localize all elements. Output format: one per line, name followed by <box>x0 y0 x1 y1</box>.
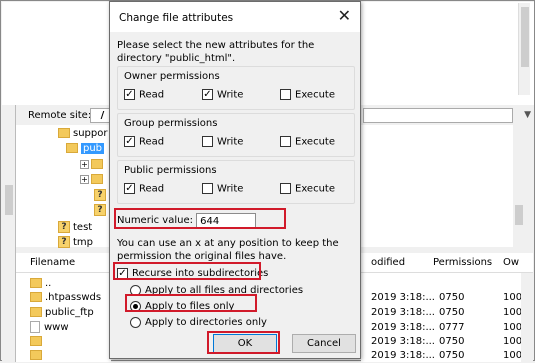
tree-node-sub4[interactable]: ? <box>94 204 109 218</box>
table-row[interactable]: 2019 3:18:... 0750 100 <box>361 306 522 320</box>
group-title: Group permissions <box>124 118 218 129</box>
table-row[interactable]: 2019 3:18:... 0750 100 <box>361 335 522 349</box>
group-title: Owner permissions <box>124 71 220 82</box>
file-list-header: odified Permissions Ow <box>361 253 533 273</box>
radio-unselected-icon[interactable] <box>130 316 141 328</box>
tree-node-public-html[interactable]: pub <box>66 142 105 156</box>
tree-node-tmp[interactable]: ? tmp <box>58 236 93 250</box>
dialog-intro-text: Please select the new attributes for the… <box>117 40 315 64</box>
left-scrollbar-thumb[interactable] <box>5 185 13 215</box>
recurse-checkbox[interactable]: ✓ Recurse into subdirectories <box>117 267 268 281</box>
group-execute-checkbox[interactable]: Execute <box>280 136 335 150</box>
checkbox-unchecked-icon[interactable] <box>280 183 291 194</box>
group-permissions-group: Group permissions ✓ Read Write Execute <box>117 113 355 157</box>
left-pane-edge <box>2 105 16 362</box>
owner-read-checkbox[interactable]: ✓ Read <box>124 89 164 103</box>
tree-node-sub1[interactable]: + <box>80 158 106 172</box>
tree-scrollbar[interactable] <box>513 125 525 247</box>
list-item[interactable]: .. <box>30 277 51 291</box>
checkbox-checked-icon[interactable]: ✓ <box>202 89 213 100</box>
public-execute-checkbox[interactable]: Execute <box>280 183 335 197</box>
numeric-value-input[interactable]: 644 <box>196 213 257 229</box>
owner-permissions-group: Owner permissions ✓ Read ✓ Write Execute <box>117 66 355 110</box>
file-link-icon <box>30 321 40 333</box>
folder-icon <box>30 292 42 302</box>
unknown-folder-icon: ? <box>94 204 106 216</box>
modified-column-header[interactable]: odified <box>371 257 405 268</box>
permissions-column-header[interactable]: Permissions <box>433 257 492 268</box>
folder-icon <box>66 143 78 153</box>
remote-directory-tree: suppor pub + + ? ? ? test ? tmp <box>16 125 111 250</box>
tree-node-test[interactable]: ? test <box>58 221 92 235</box>
checkbox-checked-icon[interactable]: ✓ <box>124 89 135 100</box>
public-permissions-group: Public permissions ✓ Read Write Execute <box>117 160 355 204</box>
log-scrollbar[interactable] <box>518 3 530 95</box>
checkbox-unchecked-icon[interactable] <box>280 89 291 100</box>
radio-unselected-icon[interactable] <box>130 284 141 296</box>
remote-file-list: .. .htpasswds public_ftp www <box>16 273 111 362</box>
tree-scrollbar-thumb[interactable] <box>515 205 523 225</box>
folder-icon <box>91 174 103 184</box>
owner-write-checkbox[interactable]: ✓ Write <box>202 89 243 103</box>
tree-node-support[interactable]: suppor <box>58 127 107 141</box>
checkbox-checked-icon[interactable]: ✓ <box>117 267 128 279</box>
owner-execute-checkbox[interactable]: Execute <box>280 89 335 103</box>
public-read-checkbox[interactable]: ✓ Read <box>124 183 164 197</box>
expand-icon[interactable]: + <box>80 159 89 169</box>
radio-apply-files-only[interactable]: Apply to files only <box>130 300 234 314</box>
tree-node-sub2[interactable]: + <box>80 173 106 187</box>
file-list-details: 2019 3:18:... 0750 100 2019 3:18:... 075… <box>361 273 522 362</box>
remote-path-bar: ▼ <box>361 107 533 125</box>
radio-apply-directories-only[interactable]: Apply to directories only <box>130 316 267 330</box>
checkbox-checked-icon[interactable]: ✓ <box>124 136 135 147</box>
numeric-value-row: Numeric value: 644 <box>117 213 257 229</box>
remote-path-dropdown[interactable] <box>363 108 513 123</box>
folder-icon <box>30 278 42 288</box>
tree-node-sub3[interactable]: ? <box>94 189 109 203</box>
unknown-folder-icon: ? <box>94 189 106 201</box>
radio-apply-all[interactable]: Apply to all files and directories <box>130 284 303 298</box>
expand-icon[interactable]: + <box>80 174 89 184</box>
list-item[interactable] <box>30 335 45 349</box>
table-row[interactable]: 2019 3:18:... 0777 100 <box>361 321 522 335</box>
close-icon[interactable]: ✕ <box>338 8 351 24</box>
owner-column-header[interactable]: Ow <box>503 257 519 268</box>
group-title: Public permissions <box>124 165 217 176</box>
tree-right-area <box>361 125 521 247</box>
table-row[interactable] <box>361 277 521 291</box>
log-scrollbar-thumb[interactable] <box>521 7 529 67</box>
numeric-value-label: Numeric value: <box>117 215 193 226</box>
list-item[interactable]: www <box>30 321 69 335</box>
remote-site-label: Remote site: <box>28 110 92 121</box>
numeric-hint-text: You can use an x at any position to keep… <box>117 238 339 262</box>
dialog-titlebar[interactable]: Change file attributes ✕ <box>110 2 360 32</box>
folder-icon <box>58 128 70 138</box>
radio-selected-icon[interactable] <box>130 300 141 312</box>
group-read-checkbox[interactable]: ✓ Read <box>124 136 164 150</box>
chevron-down-icon[interactable]: ▼ <box>524 110 531 120</box>
table-row[interactable]: 2019 3:18:... 0750 100 <box>361 291 522 305</box>
checkbox-unchecked-icon[interactable] <box>202 183 213 194</box>
unknown-folder-icon: ? <box>58 236 70 248</box>
ok-button[interactable]: OK <box>213 334 277 353</box>
folder-icon <box>30 350 42 360</box>
change-file-attributes-dialog: Change file attributes ✕ Please select t… <box>109 1 361 359</box>
list-item[interactable]: .htpasswds <box>30 291 101 305</box>
folder-icon <box>30 336 42 346</box>
unknown-folder-icon: ? <box>58 221 70 233</box>
remote-site-bar: Remote site: / <box>16 107 112 125</box>
checkbox-checked-icon[interactable]: ✓ <box>124 183 135 194</box>
group-write-checkbox[interactable]: Write <box>202 136 243 150</box>
list-item[interactable]: public_ftp <box>30 306 94 320</box>
checkbox-unchecked-icon[interactable] <box>280 136 291 147</box>
public-write-checkbox[interactable]: Write <box>202 183 243 197</box>
checkbox-unchecked-icon[interactable] <box>202 136 213 147</box>
filename-column-header[interactable]: Filename <box>16 253 111 273</box>
folder-icon <box>30 307 42 317</box>
file-list-scrollbar[interactable] <box>521 273 533 362</box>
cancel-button[interactable]: Cancel <box>292 334 356 353</box>
dialog-title: Change file attributes <box>119 12 234 24</box>
folder-icon <box>91 159 103 169</box>
